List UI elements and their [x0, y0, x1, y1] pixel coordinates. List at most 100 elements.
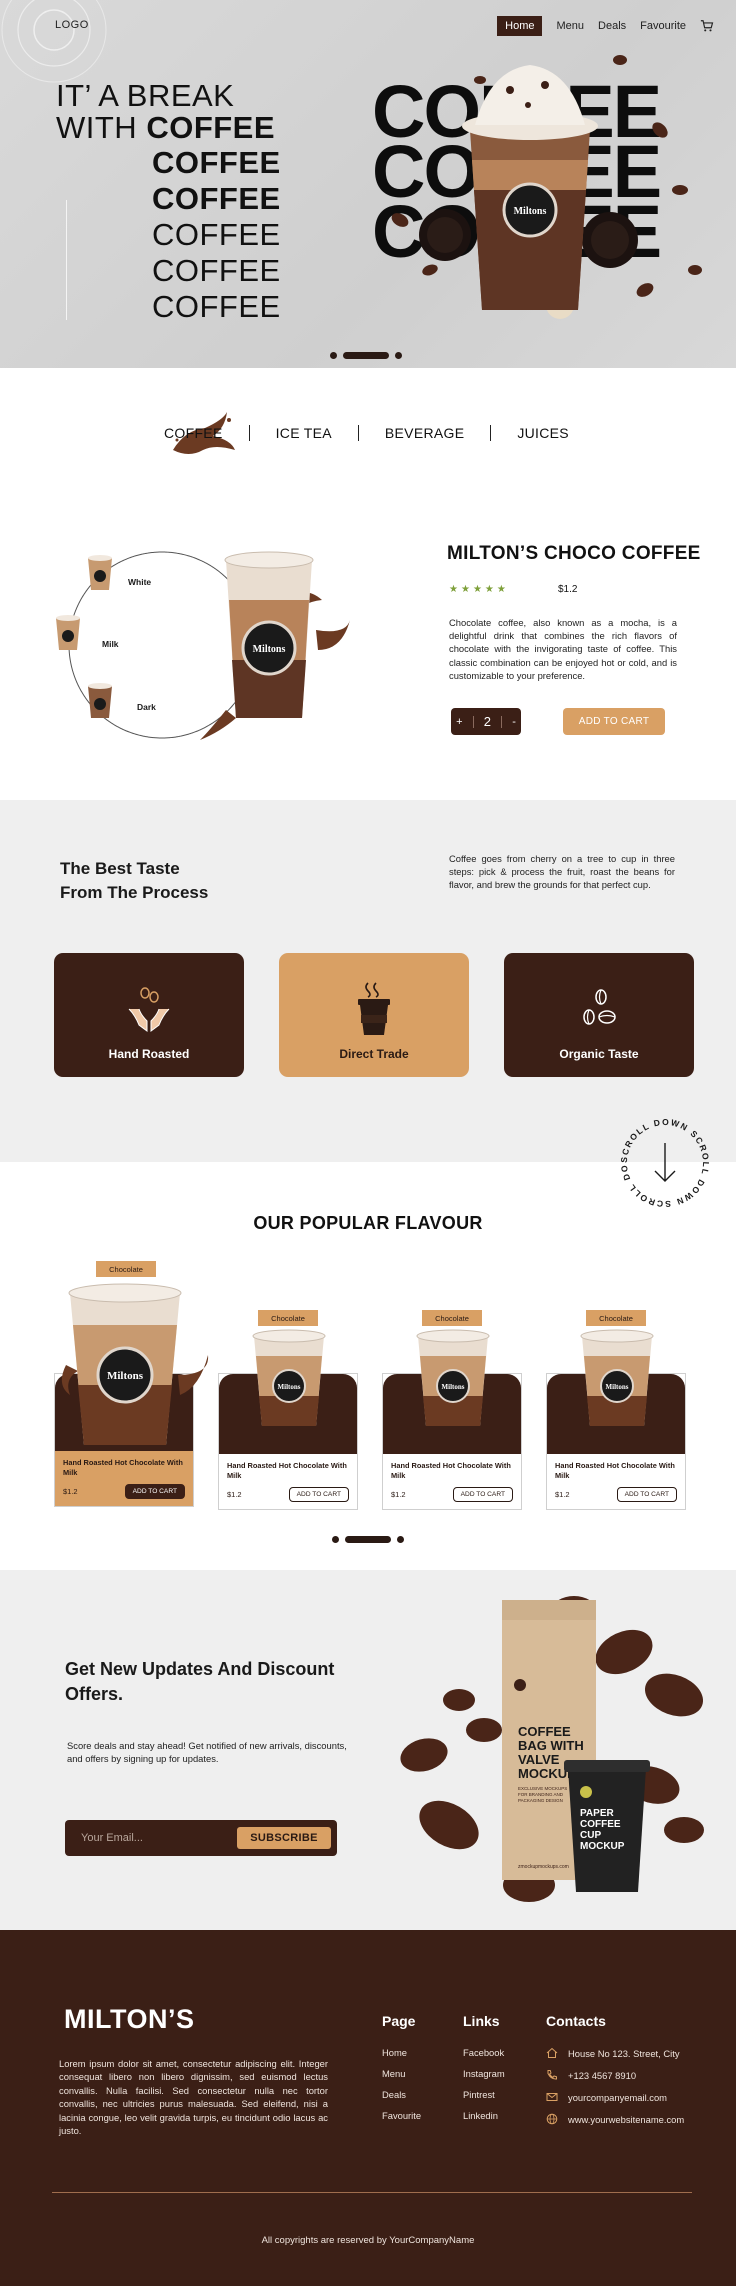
hero-title-line2-bold: COFFEE	[146, 110, 276, 145]
footer-about: Lorem ipsum dolor sit amet, consectetur …	[59, 2058, 328, 2137]
nav-deals[interactable]: Deals	[598, 20, 626, 32]
subscribe-form: SUBSCRIBE	[65, 1820, 337, 1856]
coffee-beans-icon	[583, 989, 616, 1025]
product-cup-image: Miltons	[200, 551, 350, 740]
product-card-add-button[interactable]: ADD TO CART	[288, 1487, 349, 1502]
quantity-decrease-button[interactable]: -	[512, 716, 516, 728]
variant-label-dark[interactable]: Dark	[137, 702, 156, 712]
footer-links-column: Links Facebook Instagram Pintrest Linked…	[463, 2013, 505, 2131]
variant-cup-dark[interactable]	[88, 683, 112, 718]
cup-brand-text: Miltons	[514, 206, 547, 217]
stack-word: COFFEE	[152, 145, 281, 180]
home-icon	[546, 2047, 558, 2058]
product-variant-selector: Miltons White Milk Dark	[50, 540, 370, 750]
tab-ice-tea[interactable]: ICE TEA	[248, 425, 358, 441]
process-section: The Best Taste From The Process Coffee g…	[0, 800, 736, 1162]
contact-phone-text: +123 4567 8910	[568, 2069, 637, 2081]
variant-cup-milk[interactable]	[56, 615, 80, 650]
product-card-price: $1.2	[391, 1490, 406, 1499]
stepper-divider	[472, 715, 474, 728]
star-icon: ★	[449, 584, 458, 595]
email-input[interactable]	[81, 1832, 237, 1844]
product-card-body: Hand Roasted Hot Chocolate With Milk $1.…	[219, 1454, 357, 1509]
footer-link-home[interactable]: Home	[382, 2047, 421, 2058]
nav-favourite[interactable]: Favourite	[640, 20, 686, 32]
add-to-cart-button[interactable]: ADD TO CART	[563, 708, 665, 735]
hero-drink-image: Miltons	[391, 55, 702, 319]
star-icon: ★	[496, 584, 506, 595]
variant-label-milk[interactable]: Milk	[102, 639, 119, 649]
coffee-word-stack: COFFEE COFFEE COFFEE COFFEE COFFEE	[152, 145, 281, 325]
contact-phone[interactable]: +123 4567 8910	[546, 2069, 684, 2081]
footer-link-instagram[interactable]: Instagram	[463, 2068, 505, 2079]
svg-text:EXCLUSIVE MOCKUPS: EXCLUSIVE MOCKUPS	[518, 1786, 567, 1791]
svg-text:CUP: CUP	[580, 1830, 601, 1841]
slider-dot[interactable]	[397, 1536, 404, 1543]
product-card-body: Hand Roasted Hot Chocolate With Milk $1.…	[55, 1451, 193, 1506]
svg-text:Miltons: Miltons	[606, 1383, 629, 1391]
product-card-name: Hand Roasted Hot Chocolate With Milk	[227, 1461, 347, 1480]
star-icon: ★	[484, 584, 494, 595]
stack-word: COFFEE	[152, 289, 281, 324]
variant-cup-white[interactable]	[88, 555, 112, 590]
card-label: Organic Taste	[559, 1047, 639, 1061]
contact-website[interactable]: www.yourwebsitename.com	[546, 2113, 684, 2125]
quantity-increase-button[interactable]: +	[456, 716, 462, 728]
hands-beans-icon	[128, 987, 170, 1032]
scroll-badge-text: SCROLL DOWN SCROLL DOWN SCROLL DOWN	[617, 1115, 710, 1209]
footer-link-deals[interactable]: Deals	[382, 2089, 421, 2100]
nav-menu[interactable]: Menu	[556, 20, 584, 32]
card-organic-taste[interactable]: Organic Taste	[504, 953, 694, 1077]
product-card-body: Hand Roasted Hot Chocolate With Milk $1.…	[547, 1454, 685, 1509]
svg-text:MOCKUP: MOCKUP	[580, 1841, 625, 1852]
slider-dot[interactable]	[330, 352, 337, 359]
popular-title: OUR POPULAR FLAVOUR	[253, 1213, 483, 1233]
card-hand-roasted[interactable]: Hand Roasted	[54, 953, 244, 1077]
hero-slider-dots[interactable]	[330, 352, 402, 359]
product-cup-image: Miltons	[61, 1283, 209, 1445]
subscribe-button[interactable]: SUBSCRIBE	[237, 1827, 331, 1849]
nav-home[interactable]: Home	[497, 16, 543, 36]
copyright-text: All copyrights are reserved by YourCompa…	[261, 2235, 475, 2246]
product-card-add-button[interactable]: ADD TO CART	[452, 1487, 513, 1502]
scroll-down-badge[interactable]: SCROLL DOWN SCROLL DOWN SCROLL DOWN	[617, 1115, 713, 1211]
tab-coffee[interactable]: COFFEE	[160, 425, 249, 441]
product-card-add-button[interactable]: ADD TO CART	[124, 1484, 185, 1499]
stack-word: COFFEE	[152, 181, 281, 216]
slider-dot-active[interactable]	[343, 352, 389, 359]
contact-address-text: House No 123. Street, City	[568, 2047, 680, 2059]
tab-juices[interactable]: JUICES	[490, 425, 595, 441]
footer-link-menu[interactable]: Menu	[382, 2068, 421, 2079]
footer-link-facebook[interactable]: Facebook	[463, 2047, 505, 2058]
footer-link-favourite[interactable]: Favourite	[382, 2110, 421, 2121]
hero-section: LOGO Home Menu Deals Favourite IT’ A BRE…	[0, 0, 736, 368]
tab-beverage[interactable]: BEVERAGE	[357, 425, 490, 441]
footer-link-linkedin[interactable]: Linkedin	[463, 2110, 505, 2121]
footer-contacts-column: Contacts House No 123. Street, City +123…	[546, 2013, 684, 2135]
popular-slider-dots[interactable]	[332, 1536, 404, 1543]
footer-divider	[52, 2192, 692, 2193]
logo[interactable]: LOGO	[55, 19, 89, 31]
product-card-add-button[interactable]: ADD TO CART	[616, 1487, 677, 1502]
newsletter-text: Score deals and stay ahead! Get notified…	[67, 1740, 347, 1764]
stepper-divider	[501, 715, 503, 728]
phone-icon	[547, 2070, 557, 2080]
card-label: Direct Trade	[339, 1047, 409, 1061]
footer-link-pintrest[interactable]: Pintrest	[463, 2089, 505, 2100]
contact-email[interactable]: yourcompanyemail.com	[546, 2091, 684, 2103]
footer-page-column: Page Home Menu Deals Favourite	[382, 2013, 421, 2131]
newsletter-title: Get New Updates And Discount Offers.	[65, 1659, 335, 1704]
process-title-line1: The Best Taste	[60, 859, 180, 878]
footer: MILTON’S Lorem ipsum dolor sit amet, con…	[0, 1930, 736, 2286]
slider-dot[interactable]	[332, 1536, 339, 1543]
slider-dot[interactable]	[395, 352, 402, 359]
slider-dot-active[interactable]	[345, 1536, 391, 1543]
mail-icon	[546, 2093, 558, 2101]
card-direct-trade[interactable]: Direct Trade	[279, 953, 469, 1077]
stack-word: COFFEE	[152, 253, 281, 288]
variant-circle: Miltons	[56, 551, 350, 740]
cart-icon[interactable]	[700, 19, 714, 33]
footer-brand[interactable]: MILTON’S	[64, 2004, 195, 2035]
product-tag: Chocolate	[422, 1310, 482, 1326]
variant-label-white[interactable]: White	[128, 577, 151, 587]
